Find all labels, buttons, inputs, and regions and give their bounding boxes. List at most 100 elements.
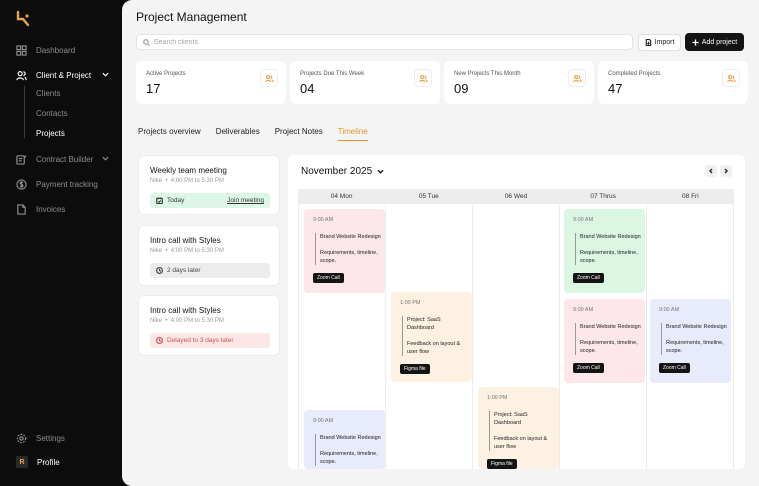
meeting-status: Today (167, 197, 185, 204)
stat-label: Active Projects (146, 71, 186, 77)
meeting-time: 4:00 PM to 5:30 PM (170, 178, 224, 184)
tab-deliverables[interactable]: Deliverables (216, 127, 260, 136)
add-project-button-label: Add project (701, 38, 738, 46)
column-divider (472, 204, 473, 469)
event-time: 9:00 AM (659, 307, 680, 313)
sidebar-subitem-clients[interactable]: Clients (36, 89, 60, 98)
chevron-right-icon (724, 168, 729, 174)
calendar-event[interactable]: 1:00 PM Project: SaaS Dashboard Feedback… (391, 292, 472, 382)
event-accent-bar (489, 411, 490, 451)
meeting-status-pill: Delayed to 3 days later (150, 333, 270, 348)
figma-file-button[interactable]: Figma file (400, 364, 430, 374)
event-accent-bar (315, 434, 316, 466)
users-icon (16, 70, 27, 80)
event-time: 9:00 AM (573, 307, 594, 313)
search-input[interactable] (154, 38, 614, 46)
submenu-line (24, 86, 25, 138)
stat-icon-box (568, 69, 586, 87)
sidebar-subitem-contacts[interactable]: Contacts (36, 109, 68, 118)
day-header: 08 Fri (682, 193, 699, 200)
document-icon (17, 203, 26, 215)
chevron-down-icon (102, 72, 109, 77)
calendar-panel: November 2025 04 Mon 05 Tue 06 Wed 07 Th… (288, 155, 745, 469)
tab-projects-overview[interactable]: Projects overview (138, 127, 201, 136)
calendar-event[interactable]: 9:00 AM Brand Website Redesign Requireme… (564, 299, 645, 383)
next-week-button[interactable] (720, 165, 732, 177)
zoom-call-button[interactable]: Zoom Call (573, 273, 604, 283)
dollar-icon (16, 178, 27, 190)
sidebar-subitem-projects[interactable]: Projects (36, 129, 65, 138)
day-header: 05 Tue (418, 193, 439, 200)
event-time: 1:00 PM (487, 395, 508, 401)
meeting-card[interactable]: Intro call with Styles Nike • 4:00 PM to… (138, 225, 280, 286)
meeting-client: Nike (150, 318, 163, 324)
meeting-meta: Nike • 4:00 PM to 5:30 PM (150, 178, 224, 184)
sidebar-item-label: Client & Project (36, 70, 92, 80)
dashboard-icon (16, 44, 27, 56)
chevron-left-icon (708, 168, 713, 174)
calendar-check-icon (156, 197, 163, 204)
month-selector[interactable]: November 2025 (301, 166, 384, 177)
zoom-call-button[interactable]: Zoom Call (313, 273, 344, 283)
event-detail: Requirements, timeline, scope. (580, 340, 638, 354)
zoom-call-button[interactable]: Zoom Call (573, 363, 604, 373)
meeting-time: 4:00 PM to 5:30 PM (170, 318, 224, 324)
meeting-status-pill: 2 days later (150, 263, 270, 278)
calendar-event[interactable]: 9:00 AM Brand Website Redesign Requireme… (304, 410, 385, 469)
event-accent-bar (575, 233, 576, 265)
event-detail: Requirements, timeline, scope. (580, 250, 638, 264)
calendar-event[interactable]: 1:00 PM Project: SaaS Dashboard Feedback… (478, 387, 559, 469)
sidebar-item-client-project[interactable]: Client & Project (16, 68, 109, 82)
event-detail: Requirements, timeline, scope. (666, 340, 724, 354)
column-divider (298, 204, 299, 469)
tab-bar: Projects overview Deliverables Project N… (138, 127, 383, 141)
add-project-button[interactable]: Add project (685, 33, 744, 51)
sidebar-item-dashboard[interactable]: Dashboard (16, 43, 75, 57)
join-meeting-link[interactable]: Join meeting (227, 197, 264, 204)
stat-value: 17 (146, 81, 161, 96)
sidebar-item-payment-tracking[interactable]: Payment tracking (16, 177, 98, 191)
calendar-event[interactable]: 9:00 AM Brand Website Redesign Requireme… (650, 299, 731, 383)
stat-icon-box (260, 69, 278, 87)
event-detail: Feedback on layout & user flow (407, 341, 461, 355)
sidebar-item-invoices[interactable]: Invoices (16, 202, 65, 216)
meeting-title: Intro call with Styles (150, 236, 221, 245)
calendar-event[interactable]: 9:00 AM Brand Website Redesign Requireme… (564, 209, 645, 293)
meeting-card[interactable]: Weekly team meeting Nike • 4:00 PM to 5:… (138, 155, 280, 215)
stat-card-new-projects: New Projects This Month 09 (444, 61, 594, 104)
column-divider (385, 204, 386, 469)
logo-icon (16, 10, 30, 27)
chevron-down-icon (377, 169, 384, 174)
sidebar-item-profile[interactable]: R Profile (16, 455, 60, 469)
month-label: November 2025 (301, 166, 373, 177)
meeting-client: Nike (150, 178, 163, 184)
tab-project-notes[interactable]: Project Notes (275, 127, 323, 136)
zoom-call-button[interactable]: Zoom Call (659, 363, 690, 373)
event-time: 9:00 AM (573, 217, 594, 223)
sidebar-item-settings[interactable]: Settings (16, 431, 65, 445)
sidebar-item-label: Payment tracking (36, 179, 98, 189)
users-icon (726, 74, 736, 82)
page-title: Project Management (136, 10, 247, 24)
sidebar-item-contract-builder[interactable]: Contract Builder (16, 152, 109, 166)
import-button[interactable]: Import (638, 34, 681, 51)
search-bar[interactable] (136, 34, 633, 50)
tab-timeline[interactable]: Timeline (337, 127, 368, 141)
prev-week-button[interactable] (705, 165, 717, 177)
event-accent-bar (315, 233, 316, 265)
event-title: Brand Website Redesign (320, 234, 381, 240)
meeting-card[interactable]: Intro call with Styles Nike • 4:00 PM to… (138, 295, 280, 356)
stat-card-completed-projects: Completed Projects 47 (598, 61, 748, 104)
calendar-event[interactable]: 9:00 AM Brand Website Redesign Requireme… (304, 209, 385, 293)
sidebar-item-label: Contract Builder (36, 154, 94, 164)
users-icon (418, 74, 428, 82)
stat-card-projects-due: Projects Due This Week 04 (290, 61, 440, 104)
sidebar: Dashboard Client & Project Clients Conta… (0, 0, 122, 486)
users-icon (572, 74, 582, 82)
import-button-label: Import (654, 39, 675, 46)
day-header: 07 Thrus (590, 193, 616, 200)
event-time: 1:00 PM (400, 300, 421, 306)
meeting-title: Weekly team meeting (150, 166, 227, 175)
event-title: Project: SaaS Dashboard (494, 412, 528, 426)
figma-file-button[interactable]: Figma file (487, 459, 517, 469)
